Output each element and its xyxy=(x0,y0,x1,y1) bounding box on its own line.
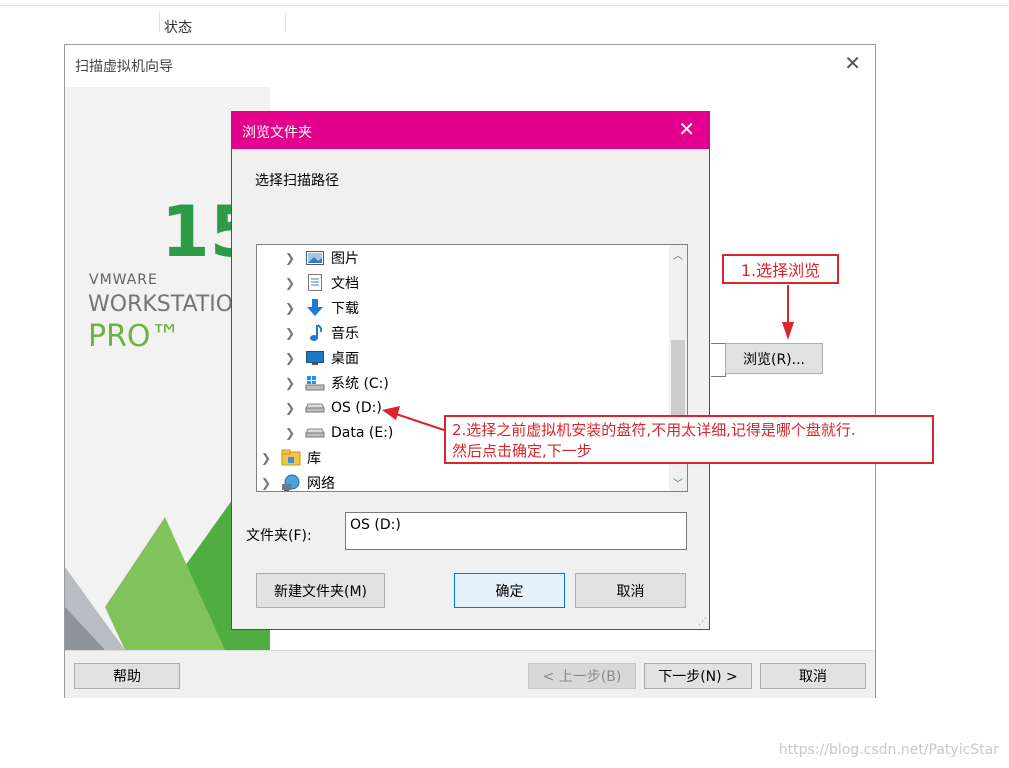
watermark: https://blog.csdn.net/PatyicStar xyxy=(778,742,999,758)
annotation-arrows xyxy=(382,285,794,431)
annotation-step2-line2: 然后点击确定,下一步 xyxy=(452,442,592,460)
annotation-step2-line1: 2.选择之前虚拟机安装的盘符,不用太详细,记得是哪个盘就行. xyxy=(452,421,856,439)
annotation-step1: 1.选择浏览 xyxy=(722,254,839,284)
annotation-step2: 2.选择之前虚拟机安装的盘符,不用太详细,记得是哪个盘就行. 然后点击确定,下一… xyxy=(444,415,934,464)
